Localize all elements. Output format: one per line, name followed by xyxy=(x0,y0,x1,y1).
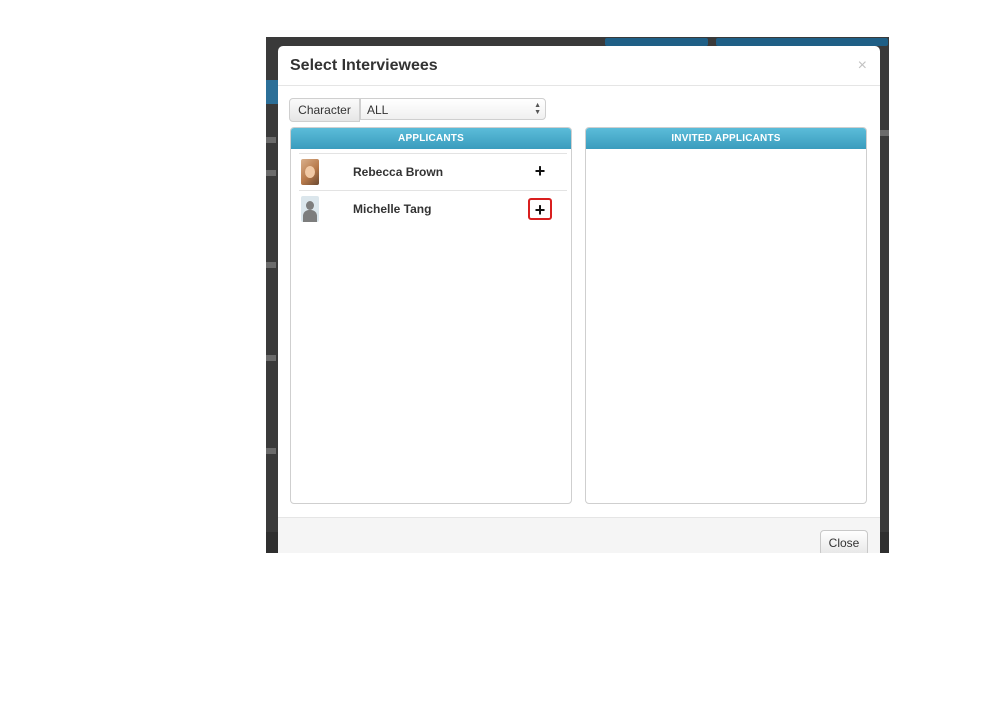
modal-footer: Close xyxy=(278,517,880,553)
list-item: Michelle Tang + xyxy=(299,190,567,228)
background-button xyxy=(716,38,888,46)
character-select-value: ALL xyxy=(367,103,389,117)
invited-applicants-panel: INVITED APPLICANTS xyxy=(585,127,867,504)
character-select[interactable]: ALL ▲ ▼ xyxy=(360,98,546,120)
applicants-list: Rebecca Brown + Michelle Tang + xyxy=(299,153,567,228)
applicant-name: Michelle Tang xyxy=(353,202,432,216)
background-text xyxy=(266,262,276,268)
background-text xyxy=(266,355,276,361)
avatar xyxy=(301,159,319,185)
background-text xyxy=(879,130,889,136)
user-silhouette-icon xyxy=(306,201,314,210)
add-applicant-button[interactable]: + xyxy=(528,198,552,220)
invited-applicants-panel-header: INVITED APPLICANTS xyxy=(586,128,866,149)
add-applicant-button[interactable]: + xyxy=(528,161,552,183)
background-text xyxy=(266,170,276,176)
applicants-panel: APPLICANTS Rebecca Brown + Michelle Tang… xyxy=(290,127,572,504)
select-interviewees-modal: Select Interviewees × Character ALL ▲ ▼ A… xyxy=(278,46,880,553)
applicant-name: Rebecca Brown xyxy=(353,165,444,179)
avatar xyxy=(301,196,319,222)
modal-header: Select Interviewees × xyxy=(278,46,880,86)
user-silhouette-icon xyxy=(303,210,317,222)
close-icon[interactable]: × xyxy=(858,57,867,75)
close-button[interactable]: Close xyxy=(820,530,868,553)
list-item: Rebecca Brown + xyxy=(299,153,567,190)
background-text xyxy=(266,137,276,143)
background-button xyxy=(605,38,708,46)
select-arrows-icon: ▲ ▼ xyxy=(534,102,541,116)
applicants-panel-header: APPLICANTS xyxy=(291,128,571,149)
character-filter-label: Character xyxy=(289,98,360,122)
background-tab xyxy=(266,80,278,104)
modal-title: Select Interviewees xyxy=(290,57,438,74)
background-text xyxy=(266,448,276,454)
